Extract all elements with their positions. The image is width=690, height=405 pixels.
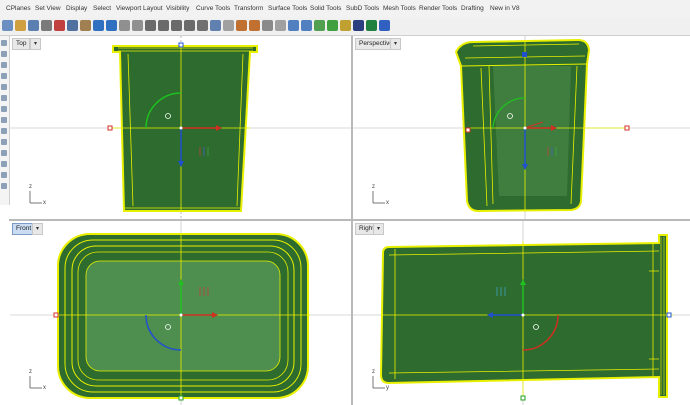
viewport-title-top[interactable]: Top [12, 38, 31, 50]
axis-label-y: y [386, 385, 389, 391]
perspective-view-canvas [353, 36, 690, 219]
axis-indicator [372, 191, 385, 204]
left-toolbar [0, 36, 10, 205]
ribbon-tab-curve-tools[interactable]: Curve Tools [196, 5, 230, 12]
ribbon-tab-select[interactable]: Select [93, 5, 111, 12]
left-tool-icon[interactable] [1, 183, 7, 189]
material-icon[interactable] [327, 20, 338, 31]
paste-icon[interactable] [80, 20, 91, 31]
right-view-canvas [353, 221, 690, 405]
pan-icon[interactable] [119, 20, 130, 31]
help-icon[interactable] [379, 20, 390, 31]
show-objects-icon[interactable] [236, 20, 247, 31]
top-view-canvas [10, 36, 351, 219]
zoom-extents-icon[interactable] [171, 20, 182, 31]
zoom-selected-icon[interactable] [184, 20, 195, 31]
left-tool-icon[interactable] [1, 172, 7, 178]
redo-icon[interactable] [106, 20, 117, 31]
new-file-icon[interactable] [2, 20, 13, 31]
front-view-canvas [10, 221, 351, 405]
ribbon-tab-cplanes[interactable]: CPlanes [6, 5, 31, 12]
zoom-icon[interactable] [145, 20, 156, 31]
viewport-perspective[interactable]: Perspective ▾ z x [353, 36, 690, 219]
ribbon-tab-subd-tools[interactable]: SubD Tools [346, 5, 379, 12]
axis-label-z: z [372, 184, 375, 190]
save-icon[interactable] [28, 20, 39, 31]
axis-label-x: x [43, 200, 46, 206]
left-tool-icon[interactable] [1, 117, 7, 123]
open-file-icon[interactable] [15, 20, 26, 31]
left-tool-icon[interactable] [1, 84, 7, 90]
ribbon-tab-set-view[interactable]: Set View [35, 5, 61, 12]
grid-snap-icon[interactable] [223, 20, 234, 31]
ribbon-tab-solid-tools[interactable]: Solid Tools [310, 5, 341, 12]
properties-icon[interactable] [210, 20, 221, 31]
viewport-menu-dropdown[interactable]: ▾ [30, 38, 41, 50]
main-toolbar [0, 18, 690, 36]
ribbon-tab-transform[interactable]: Transform [234, 5, 263, 12]
ribbon-tab-render-tools[interactable]: Render Tools [419, 5, 457, 12]
point-on-icon[interactable] [288, 20, 299, 31]
undo-icon[interactable] [93, 20, 104, 31]
left-tool-icon[interactable] [1, 150, 7, 156]
left-tool-icon[interactable] [1, 139, 7, 145]
viewport-front[interactable]: Front ▾ z x [10, 221, 351, 405]
axis-indicator [29, 191, 42, 204]
curve-on-icon[interactable] [301, 20, 312, 31]
left-tool-icon[interactable] [1, 51, 7, 57]
viewport-menu-dropdown[interactable]: ▾ [32, 223, 43, 235]
viewport-menu-dropdown[interactable]: ▾ [373, 223, 384, 235]
ribbon-tab-drafting[interactable]: Drafting [461, 5, 484, 12]
viewport-menu-dropdown[interactable]: ▾ [390, 38, 401, 50]
print-icon[interactable] [41, 20, 52, 31]
lock-objects-icon[interactable] [262, 20, 273, 31]
left-tool-icon[interactable] [1, 161, 7, 167]
viewport-top[interactable]: Top ▾ z x [10, 36, 351, 219]
ribbon-tab-surface-tools[interactable]: Surface Tools [268, 5, 307, 12]
axis-label-z: z [29, 369, 32, 375]
rotate-view-icon[interactable] [132, 20, 143, 31]
zoom-window-icon[interactable] [158, 20, 169, 31]
left-tool-icon[interactable] [1, 40, 7, 46]
ribbon-tab-mesh-tools[interactable]: Mesh Tools [383, 5, 416, 12]
ribbon-tab-display[interactable]: Display [66, 5, 87, 12]
environment-icon[interactable] [366, 20, 377, 31]
ribbon-tab-bar: CPlanes Set View Display Select Viewport Lay… [0, 0, 690, 19]
axis-label-x: x [43, 385, 46, 391]
layer-icon[interactable] [275, 20, 286, 31]
cut-icon[interactable] [54, 20, 65, 31]
left-tool-icon[interactable] [1, 128, 7, 134]
surface-on-icon[interactable] [314, 20, 325, 31]
copy-icon[interactable] [67, 20, 78, 31]
hide-objects-icon[interactable] [249, 20, 260, 31]
render-icon[interactable] [340, 20, 351, 31]
left-tool-icon[interactable] [1, 73, 7, 79]
left-tool-icon[interactable] [1, 106, 7, 112]
axis-indicator [29, 376, 42, 389]
viewport-right[interactable]: Right ▾ z y [353, 221, 690, 405]
ribbon-tab-visibility[interactable]: Visibility [166, 5, 189, 12]
sphere-render-icon[interactable] [353, 20, 364, 31]
ribbon-tab-new-in-v8[interactable]: New in V8 [490, 5, 520, 12]
left-tool-icon[interactable] [1, 95, 7, 101]
ribbon-tab-viewport-layout[interactable]: Viewport Layout [116, 5, 163, 12]
left-tool-icon[interactable] [1, 62, 7, 68]
four-viewports-icon[interactable] [197, 20, 208, 31]
axis-label-z: z [29, 184, 32, 190]
axis-label-x: x [386, 200, 389, 206]
axis-label-z: z [372, 369, 375, 375]
